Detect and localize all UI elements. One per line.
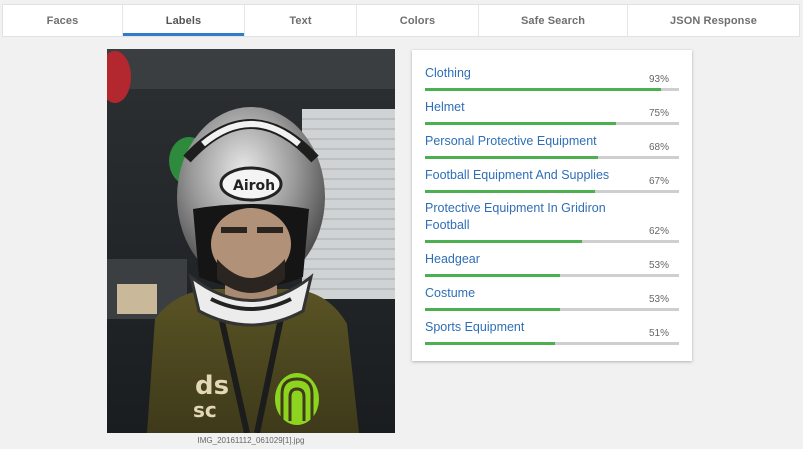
- label-score: 75%: [648, 108, 669, 119]
- score-bar-track: [425, 342, 679, 345]
- tab-bar: Faces Labels Text Colors Safe Search JSO…: [2, 4, 800, 37]
- label-row: Headgear 53%: [425, 252, 679, 277]
- label-score: 93%: [648, 74, 669, 85]
- score-bar-track: [425, 88, 679, 91]
- label-link[interactable]: Costume: [425, 285, 630, 302]
- score-bar-fill: [425, 122, 616, 125]
- label-link[interactable]: Protective Equipment In Gridiron Footbal…: [425, 200, 630, 234]
- score-bar-fill: [425, 190, 596, 193]
- tab-safe-search[interactable]: Safe Search: [479, 5, 628, 36]
- score-bar-track: [425, 274, 679, 277]
- label-link[interactable]: Sports Equipment: [425, 319, 630, 336]
- svg-text:Airoh: Airoh: [233, 178, 275, 194]
- score-bar-fill: [425, 308, 560, 311]
- label-score: 62%: [648, 226, 669, 237]
- label-link[interactable]: Clothing: [425, 65, 630, 82]
- tab-colors[interactable]: Colors: [357, 5, 479, 36]
- labels-panel: Clothing 93% Helmet 75% Personal Protect…: [412, 50, 692, 361]
- label-link[interactable]: Headgear: [425, 251, 630, 268]
- label-score: 53%: [648, 294, 669, 305]
- score-bar-fill: [425, 274, 560, 277]
- score-bar-track: [425, 240, 679, 243]
- score-bar-track: [425, 122, 679, 125]
- score-bar-fill: [425, 342, 555, 345]
- label-row: Helmet 75%: [425, 100, 679, 125]
- label-row: Costume 53%: [425, 286, 679, 311]
- score-bar-track: [425, 190, 679, 193]
- score-bar-fill: [425, 88, 662, 91]
- analyzed-photo: ds sc Airoh: [107, 49, 395, 433]
- label-link[interactable]: Personal Protective Equipment: [425, 133, 630, 150]
- score-bar-track: [425, 156, 679, 159]
- svg-text:ds: ds: [195, 371, 229, 401]
- score-bar-fill: [425, 240, 583, 243]
- label-score: 51%: [648, 328, 669, 339]
- label-score: 68%: [648, 142, 669, 153]
- svg-text:sc: sc: [193, 398, 217, 422]
- label-row: Sports Equipment 51%: [425, 320, 679, 345]
- label-row: Protective Equipment In Gridiron Footbal…: [425, 201, 679, 243]
- tab-text[interactable]: Text: [245, 5, 357, 36]
- label-row: Football Equipment And Supplies 67%: [425, 168, 679, 193]
- label-score: 53%: [648, 260, 669, 271]
- label-score: 67%: [648, 176, 669, 187]
- tab-json-response[interactable]: JSON Response: [628, 5, 799, 36]
- label-link[interactable]: Helmet: [425, 99, 630, 116]
- tab-faces[interactable]: Faces: [3, 5, 123, 36]
- score-bar-fill: [425, 156, 598, 159]
- label-row: Personal Protective Equipment 68%: [425, 134, 679, 159]
- image-filename: IMG_20161112_061029[1].jpg: [197, 436, 305, 445]
- label-link[interactable]: Football Equipment And Supplies: [425, 167, 630, 184]
- label-row: Clothing 93%: [425, 66, 679, 91]
- score-bar-track: [425, 308, 679, 311]
- tab-labels[interactable]: Labels: [123, 5, 245, 36]
